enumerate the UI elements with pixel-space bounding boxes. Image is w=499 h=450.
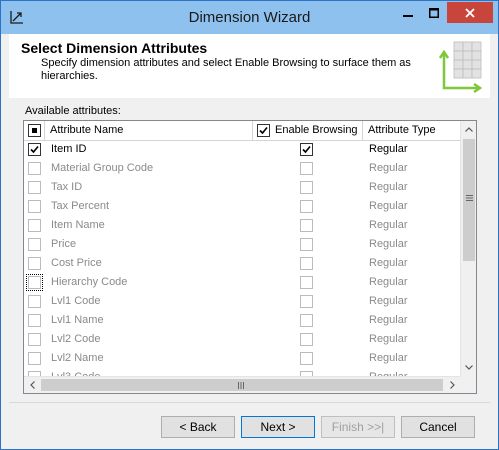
table-row[interactable]: Tax ID Regular — [24, 178, 460, 197]
table-row[interactable]: Cost Price Regular — [24, 254, 460, 273]
row-select-checkbox[interactable] — [26, 274, 43, 291]
maximize-button[interactable] — [421, 2, 447, 23]
next-button[interactable]: Next > — [241, 416, 315, 438]
back-button[interactable]: < Back — [161, 416, 235, 438]
enable-browsing-all-checkbox[interactable] — [257, 124, 270, 137]
row-select-checkbox[interactable] — [28, 238, 41, 251]
attribute-name-cell: Tax ID — [51, 181, 83, 193]
row-select-checkbox[interactable] — [28, 200, 41, 213]
select-all-checkbox[interactable] — [28, 124, 41, 137]
enable-browsing-header-label: Enable Browsing — [275, 124, 358, 136]
scroll-right-arrow-icon[interactable] — [444, 377, 460, 393]
row-select-checkbox[interactable] — [28, 295, 41, 308]
dimension-wizard-window: Dimension Wizard Select Dimension Attrib… — [0, 0, 499, 450]
footer-divider — [9, 402, 490, 403]
available-attributes-label: Available attributes: — [25, 105, 121, 117]
enable-browsing-checkbox[interactable] — [300, 314, 313, 327]
attribute-type-cell[interactable]: Regular — [369, 254, 408, 273]
column-header-attribute-name[interactable]: Attribute Name — [45, 121, 253, 140]
title-bar[interactable]: Dimension Wizard — [1, 1, 498, 34]
page-description: Specify dimension attributes and select … — [41, 57, 411, 82]
scroll-up-arrow-icon[interactable] — [461, 121, 476, 138]
finish-button[interactable]: Finish >>| — [321, 416, 395, 438]
wizard-header-panel: Select Dimension Attributes Specify dime… — [9, 34, 490, 98]
attribute-name-cell: Hierarchy Code — [51, 276, 128, 288]
grid-header: Attribute Name Enable Browsing Attribute… — [24, 121, 460, 141]
attribute-name-cell: Lvl1 Code — [51, 295, 101, 307]
vertical-scroll-thumb[interactable] — [463, 139, 475, 261]
page-title: Select Dimension Attributes — [21, 40, 208, 56]
dimension-cube-icon — [434, 38, 484, 97]
enable-browsing-checkbox[interactable] — [300, 257, 313, 270]
table-row[interactable]: Lvl1 Code Regular — [24, 292, 460, 311]
minimize-button[interactable] — [395, 2, 421, 23]
table-row[interactable]: Lvl2 Code Regular — [24, 330, 460, 349]
attributes-grid: Attribute Name Enable Browsing Attribute… — [23, 120, 477, 394]
column-header-enable-browsing[interactable]: Enable Browsing — [253, 121, 363, 140]
scroll-down-arrow-icon[interactable] — [461, 359, 476, 376]
enable-browsing-checkbox[interactable] — [300, 295, 313, 308]
table-row[interactable]: Item ID Regular — [24, 140, 460, 159]
attribute-type-cell[interactable]: Regular — [369, 235, 408, 254]
attribute-name-cell: Tax Percent — [51, 200, 110, 212]
close-button[interactable] — [447, 2, 493, 23]
attribute-name-cell: Material Group Code — [51, 162, 154, 174]
row-select-checkbox[interactable] — [28, 143, 41, 156]
attribute-type-cell[interactable]: Regular — [369, 178, 408, 197]
attribute-type-cell[interactable]: Regular — [369, 273, 408, 292]
enable-browsing-checkbox[interactable] — [300, 162, 313, 175]
attribute-type-cell[interactable]: Regular — [369, 330, 408, 349]
attribute-name-cell: Item Name — [51, 219, 105, 231]
table-row[interactable]: Material Group Code Regular — [24, 159, 460, 178]
column-header-attribute-type[interactable]: Attribute Type — [363, 121, 460, 140]
row-select-checkbox[interactable] — [28, 314, 41, 327]
row-select-checkbox[interactable] — [28, 181, 41, 194]
attribute-type-cell[interactable]: Regular — [369, 140, 408, 159]
enable-browsing-checkbox[interactable] — [300, 200, 313, 213]
enable-browsing-checkbox[interactable] — [300, 352, 313, 365]
row-select-checkbox[interactable] — [28, 162, 41, 175]
scroll-left-arrow-icon[interactable] — [24, 377, 40, 393]
attribute-type-cell[interactable]: Regular — [369, 311, 408, 330]
row-select-checkbox[interactable] — [28, 352, 41, 365]
attribute-type-cell[interactable]: Regular — [369, 349, 408, 368]
horizontal-scroll-thumb[interactable] — [41, 379, 443, 391]
table-row[interactable]: Lvl2 Name Regular — [24, 349, 460, 368]
table-row[interactable]: Tax Percent Regular — [24, 197, 460, 216]
enable-browsing-checkbox[interactable] — [300, 219, 313, 232]
vertical-scrollbar[interactable] — [460, 121, 476, 376]
attribute-name-cell: Lvl2 Name — [51, 352, 104, 364]
table-row[interactable]: Item Name Regular — [24, 216, 460, 235]
attribute-type-cell[interactable]: Regular — [369, 216, 408, 235]
row-select-checkbox[interactable] — [28, 257, 41, 270]
attribute-name-cell: Item ID — [51, 143, 87, 155]
select-all-header-cell — [24, 121, 45, 140]
enable-browsing-checkbox[interactable] — [300, 276, 313, 289]
enable-browsing-checkbox[interactable] — [300, 143, 313, 156]
row-select-checkbox[interactable] — [28, 333, 41, 346]
table-row[interactable]: Lvl1 Name Regular — [24, 311, 460, 330]
table-row[interactable]: Hierarchy Code Regular — [24, 273, 460, 292]
attribute-name-cell: Lvl1 Name — [51, 314, 104, 326]
attribute-name-cell: Price — [51, 238, 77, 250]
enable-browsing-checkbox[interactable] — [300, 333, 313, 346]
cancel-button[interactable]: Cancel — [401, 416, 475, 438]
enable-browsing-checkbox[interactable] — [300, 181, 313, 194]
attribute-type-cell[interactable]: Regular — [369, 197, 408, 216]
table-row[interactable]: Price Regular — [24, 235, 460, 254]
enable-browsing-checkbox[interactable] — [300, 238, 313, 251]
attribute-type-cell[interactable]: Regular — [369, 292, 408, 311]
attribute-type-cell[interactable]: Regular — [369, 159, 408, 178]
attribute-name-cell: Lvl2 Code — [51, 333, 101, 345]
horizontal-scrollbar[interactable] — [24, 376, 460, 393]
attribute-name-cell: Cost Price — [51, 257, 102, 269]
scrollbar-corner — [460, 376, 476, 393]
row-select-checkbox[interactable] — [28, 219, 41, 232]
